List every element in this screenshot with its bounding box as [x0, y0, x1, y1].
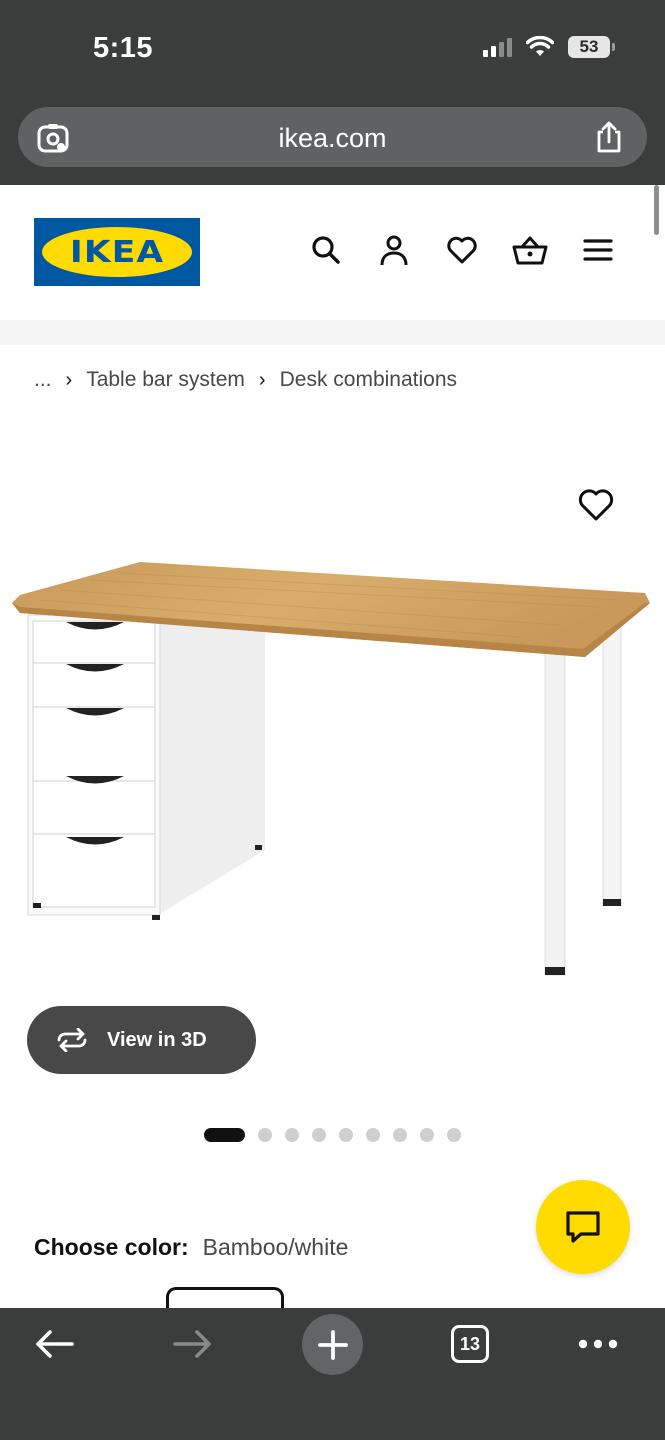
basket-icon — [512, 236, 548, 265]
gallery-dot[interactable] — [420, 1128, 434, 1142]
ikea-logo[interactable]: IKEA — [34, 218, 200, 286]
new-tab-button[interactable] — [302, 1314, 363, 1375]
tabs-count: 13 — [451, 1325, 489, 1363]
add-to-favorites-heart-icon[interactable] — [577, 486, 615, 524]
page-scrollbar[interactable] — [654, 185, 659, 235]
ellipsis-icon — [578, 1339, 618, 1349]
plus-icon — [317, 1329, 348, 1360]
tabs-button[interactable]: 13 — [440, 1314, 500, 1374]
breadcrumb-item-table-bar-system[interactable]: Table bar system — [86, 368, 245, 392]
gallery-pagination — [204, 1128, 461, 1142]
site-header: IKEA — [0, 185, 665, 320]
menu-button[interactable] — [579, 231, 617, 269]
url-text[interactable]: ikea.com — [18, 123, 647, 154]
breadcrumb-item-desk-combinations[interactable]: Desk combinations — [280, 368, 457, 392]
color-choice-label: Choose color: — [34, 1234, 189, 1260]
view-in-3d-label: View in 3D — [107, 1028, 207, 1051]
chat-bubble-icon — [566, 1211, 600, 1243]
arrow-right-icon — [173, 1330, 211, 1358]
account-button[interactable] — [375, 231, 413, 269]
cellular-signal-icon — [483, 37, 512, 57]
status-time: 5:15 — [93, 32, 154, 64]
wifi-icon — [526, 36, 554, 56]
forward-button[interactable] — [163, 1314, 223, 1374]
cart-button[interactable] — [511, 231, 549, 269]
chevron-right-icon: › — [258, 368, 266, 391]
logo-text: IKEA — [69, 234, 165, 270]
search-icon — [312, 236, 340, 264]
breadcrumb: ... › Table bar system › Desk combinatio… — [34, 368, 457, 392]
chat-button[interactable] — [536, 1180, 630, 1274]
search-button[interactable] — [307, 231, 345, 269]
status-indicators: 53 — [483, 36, 615, 58]
header-actions — [307, 231, 617, 269]
header-divider-strip — [0, 320, 665, 345]
gallery-dot[interactable] — [393, 1128, 407, 1142]
chevron-right-icon: › — [65, 368, 73, 391]
back-button[interactable] — [24, 1314, 84, 1374]
hamburger-menu-icon — [583, 239, 613, 261]
arrow-left-icon — [36, 1330, 74, 1358]
browser-top-chrome: 5:15 53 ikea.com — [0, 0, 665, 185]
gallery-dot-active[interactable] — [204, 1128, 245, 1142]
battery-icon: 53 — [568, 36, 615, 58]
color-choice-value: Bamboo/white — [202, 1234, 349, 1260]
heart-icon — [447, 236, 477, 264]
product-image[interactable] — [0, 545, 665, 990]
color-choice: Choose color: Bamboo/white — [34, 1234, 348, 1261]
more-options-button[interactable] — [568, 1314, 628, 1374]
browser-bottom-toolbar: 13 — [0, 1308, 665, 1440]
rotate-3d-icon — [57, 1028, 87, 1052]
gallery-dot[interactable] — [285, 1128, 299, 1142]
logo-oval: IKEA — [42, 227, 192, 277]
gallery-dot[interactable] — [366, 1128, 380, 1142]
gallery-dot[interactable] — [447, 1128, 461, 1142]
gallery-dot[interactable] — [312, 1128, 326, 1142]
gallery-dot[interactable] — [258, 1128, 272, 1142]
user-icon — [380, 235, 408, 266]
view-in-3d-button[interactable]: View in 3D — [27, 1006, 256, 1074]
share-icon[interactable] — [593, 120, 625, 154]
gallery-dot[interactable] — [339, 1128, 353, 1142]
battery-level: 53 — [579, 37, 599, 56]
address-bar[interactable]: ikea.com — [18, 107, 647, 167]
breadcrumb-ellipsis[interactable]: ... — [34, 368, 52, 392]
wishlist-button[interactable] — [443, 231, 481, 269]
